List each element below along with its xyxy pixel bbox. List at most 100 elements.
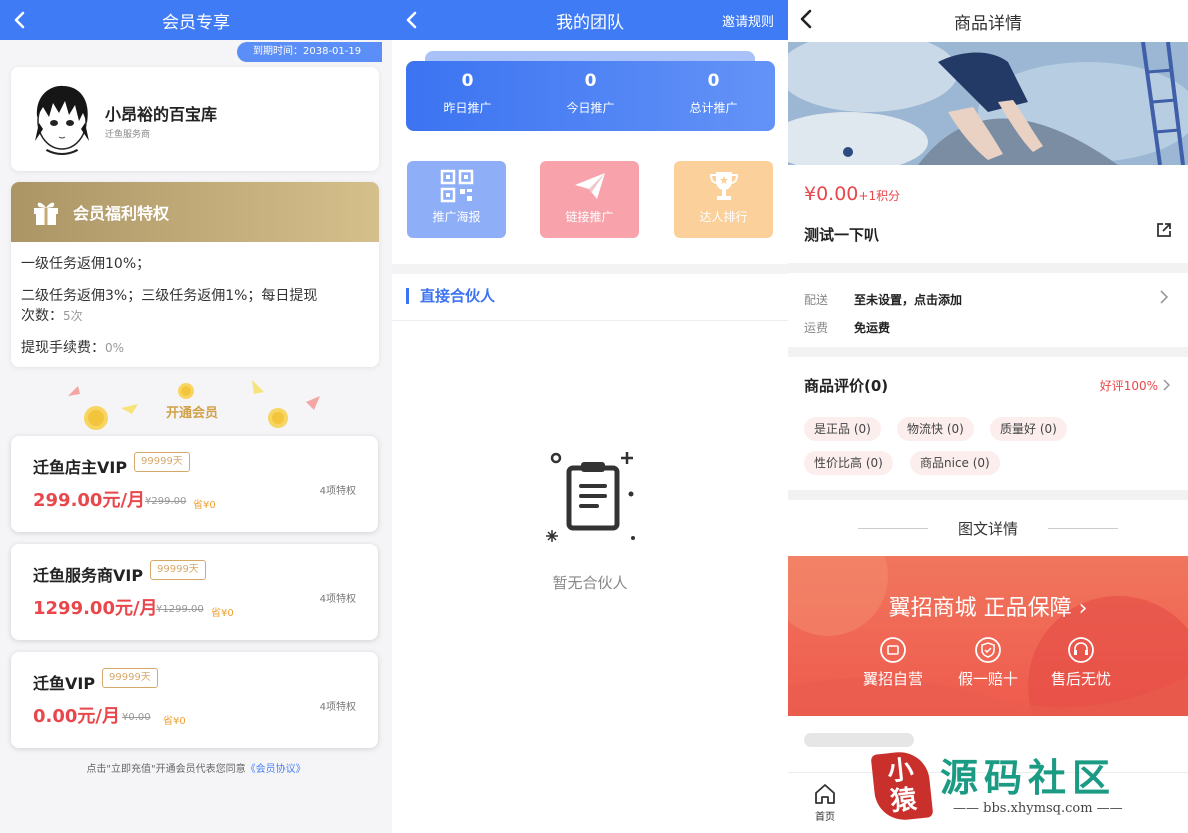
plan-days-badge: 99999天 [150,560,206,580]
plan-old-price: ¥0.00 [122,712,151,723]
stat-value: 0 [707,71,720,91]
plan-price: 299.00元/月 [33,490,146,511]
promo-item-label: 售后无忧 [1050,670,1111,688]
stat-value: 0 [584,71,597,91]
team-header: 我的团队 邀请规则 [392,0,788,40]
team-screen: 我的团队 邀请规则 0 昨日推广 0 今日推广 0 总计推广 推广海报 链接推广… [392,0,788,833]
benefit-line-3: 提现手续费：0% [21,338,124,358]
stat-label: 总计推广 [689,101,738,115]
chevron-right-icon [1160,290,1168,304]
blurred-text [804,733,914,747]
stats-card: 0 昨日推广 0 今日推广 0 总计推广 [406,61,775,131]
benefit-line-2: 二级任务返佣3%；三级任务返佣1%；每日提现 [21,288,318,304]
benefit-line-2b: 次数：5次 [21,306,83,326]
chevron-right-icon [1163,379,1170,391]
vip-plan-card[interactable]: 迁鱼服务商VIP 99999天 1299.00元/月 ¥1299.00 省¥0 … [11,544,378,640]
watermark-title: 源码社区 [940,756,1117,800]
review-rate-link[interactable]: 好评100% [1100,377,1158,394]
review-section: 商品评价(0) 好评100% 是正品 (0) 物流快 (0) 质量好 (0) 性… [788,357,1188,490]
link-promo-button[interactable]: 链接推广 [540,161,639,238]
agreement-prefix: 点击"立即充值"开通会员代表您同意 [86,764,246,775]
paper-plane-icon [574,173,605,199]
promo-item: 翼招自营 [838,636,948,689]
plan-name: 迁鱼店主VIP [33,458,128,477]
plan-price: 0.00元/月 [33,706,120,727]
agreement-text: 点击"立即充值"开通会员代表您同意《会员协议》 [0,760,392,775]
plan-privileges: 4项特权 [319,702,356,713]
review-tag[interactable]: 性价比高 (0) [804,451,893,475]
vip-plan-card[interactable]: 迁鱼VIP 99999天 0.00元/月 ¥0.00 省¥0 4项特权 [11,652,378,748]
avatar [29,83,95,155]
watermark-url: —— bbs.xhymsq.com —— [953,801,1123,816]
open-membership-title: 开通会员 [166,406,219,421]
page-title: 商品详情 [954,13,1022,34]
back-button[interactable] [400,6,422,34]
plan-name: 迁鱼VIP [33,674,96,693]
benefit-value: 0% [105,341,125,355]
product-price: ¥0.00 [804,183,859,205]
review-tag[interactable]: 质量好 (0) [990,417,1067,441]
store-icon [880,637,906,663]
nav-home-label: 首页 [815,812,835,823]
plan-privileges: 4项特权 [319,486,356,497]
promo-title-text: 翼招商城 正品保障 [888,596,1072,621]
back-button[interactable] [8,6,30,34]
review-tag[interactable]: 是正品 (0) [804,417,881,441]
plan-old-price: ¥1299.00 [156,604,204,615]
price-row: ¥0.00+1积分 [804,183,900,205]
chevron-left-icon [14,11,25,29]
plan-price: 1299.00元/月 [33,598,158,619]
action-label: 达人排行 [699,210,748,224]
watermark-url-text: bbs.xhymsq.com [983,801,1093,816]
freight-value: 免运费 [854,321,891,335]
benefit-label: 提现手续费： [21,340,105,356]
profile-card: 小昂裕的百宝库 迁鱼服务商 [11,67,379,171]
stat-today: 0 今日推广 [529,71,652,116]
headset-icon [1068,637,1094,663]
membership-header: 会员专享 [0,0,392,40]
back-icon[interactable] [798,8,812,30]
delivery-value: 至未设置，点击添加 [854,293,963,307]
promo-banner: 翼招商城 正品保障 › 翼招自营 假一赔十 售后无忧 [788,556,1188,716]
benefit-header: 会员福利特权 [11,182,379,242]
vip-plan-card[interactable]: 迁鱼店主VIP 99999天 299.00元/月 ¥299.00 省¥0 4项特… [11,436,378,532]
stat-label: 昨日推广 [443,101,492,115]
poster-button[interactable]: 推广海报 [407,161,506,238]
chevron-left-icon [406,11,417,29]
plan-name: 迁鱼服务商VIP [33,566,144,585]
profile-role: 迁鱼服务商 [105,130,151,140]
trophy-icon [709,172,738,200]
price-info: ¥0.00+1积分 测试一下叭 [788,165,1188,263]
stat-yesterday: 0 昨日推广 [406,71,529,116]
invite-rules-link[interactable]: 邀请规则 [722,11,774,30]
product-name: 测试一下叭 [804,226,880,244]
home-icon [815,784,835,804]
action-label: 推广海报 [432,210,481,224]
plan-days-badge: 99999天 [134,452,190,472]
plan-saving: 省¥0 [163,716,186,727]
membership-screen: 会员专享 小昂裕的百宝库 迁鱼服务商 到期时间：2038-01-19 会员福利特… [0,0,392,833]
benefit-value: 5次 [63,309,83,323]
benefit-line-1: 一级任务返佣10%； [21,256,151,272]
page-title: 会员专享 [162,12,230,33]
delivery-section[interactable]: 配送 至未设置，点击添加 运费 免运费 [788,273,1188,347]
action-label: 链接推广 [565,210,614,224]
section-line [392,320,788,321]
freight-label: 运费 [804,321,829,335]
product-image [788,42,1188,165]
review-tag[interactable]: 物流快 (0) [897,417,974,441]
qrcode-icon [440,169,473,203]
review-tag[interactable]: 商品nice (0) [910,451,1000,475]
review-title: 商品评价(0) [804,377,889,395]
ranking-button[interactable]: 达人排行 [674,161,773,238]
empty-clipboard-icon [546,452,635,542]
profile-name: 小昂裕的百宝库 [105,105,218,124]
stat-total: 0 总计推广 [652,71,775,116]
agreement-link[interactable]: 《会员协议》 [246,764,306,775]
shield-check-icon [975,637,1001,663]
promo-title: 翼招商城 正品保障 › [888,596,1088,621]
share-icon[interactable] [1156,222,1172,238]
nav-home[interactable]: 首页 [814,783,836,823]
empty-text: 暂无合伙人 [552,574,628,592]
benefit-title: 会员福利特权 [73,204,170,223]
